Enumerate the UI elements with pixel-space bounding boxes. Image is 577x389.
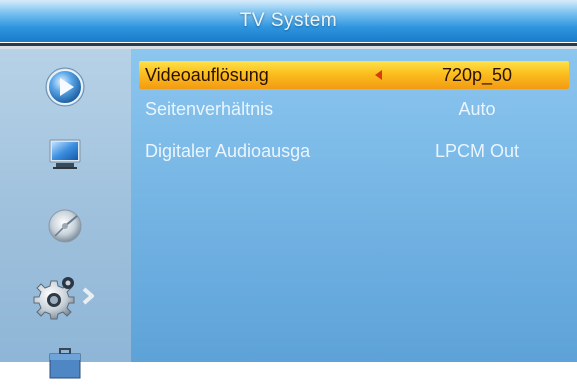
settings-panel: Videoauflösung 720p_50 Seitenverhältnis … — [131, 49, 577, 362]
setting-value: 720p_50 — [441, 65, 513, 85]
setting-label: Seitenverhältnis — [145, 99, 274, 119]
sidebar — [0, 49, 131, 379]
left-arrow-icon[interactable] — [375, 70, 382, 80]
toolbox-icon[interactable] — [40, 339, 90, 389]
setting-value: LPCM Out — [434, 141, 520, 161]
tv-monitor-icon[interactable] — [40, 128, 90, 178]
play-icon[interactable] — [40, 62, 90, 112]
setting-row-aspect-ratio[interactable]: Seitenverhältnis Auto — [139, 95, 569, 123]
window-title: TV System — [239, 10, 338, 31]
setting-label: Digitaler Audioausga — [145, 141, 311, 161]
setting-row-digital-audio[interactable]: Digitaler Audioausga LPCM Out — [139, 137, 569, 165]
setting-row-video-resolution[interactable]: Videoauflösung 720p_50 — [139, 61, 569, 89]
gear-settings-icon[interactable] — [30, 271, 100, 321]
satellite-dish-icon[interactable] — [40, 201, 90, 251]
setting-value: Auto — [458, 99, 496, 119]
setting-label: Videoauflösung — [145, 65, 269, 85]
